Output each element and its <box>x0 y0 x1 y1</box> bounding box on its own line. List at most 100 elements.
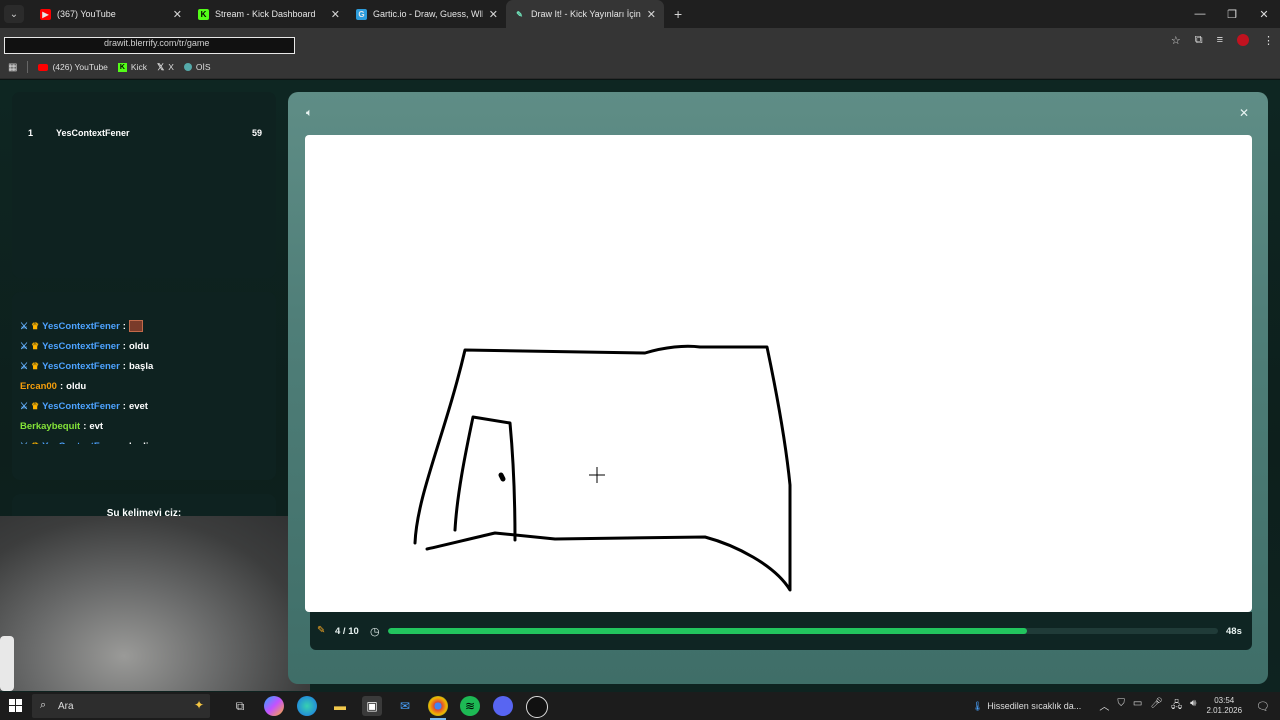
chat-username[interactable]: YesContextFener <box>42 341 120 352</box>
chat-username[interactable]: YesContextFener <box>42 321 120 332</box>
close-icon[interactable]: ✕ <box>1239 106 1249 120</box>
file-explorer-icon[interactable]: ▬ <box>330 696 350 716</box>
house-outline-stroke <box>413 344 792 592</box>
chat-message: Ercan00: oldu <box>20 376 268 396</box>
x-icon: 𝕏 <box>156 61 165 72</box>
score-points: 59 <box>251 128 262 138</box>
clock-time: 03:54 <box>1214 696 1235 705</box>
tab-close-icon[interactable]: ✕ <box>647 8 656 21</box>
chat-emote <box>128 320 143 332</box>
browser-tab[interactable]: G Gartic.io - Draw, Guess, WIN ✕ <box>348 0 506 28</box>
security-icon[interactable]: ⛉ <box>1117 698 1125 715</box>
scoreboard-row: 1 YesContextFener 59 <box>28 128 262 138</box>
weather-text: Hissedilen sıcaklık da... <box>987 701 1082 711</box>
pencil-icon: ✎ <box>317 625 326 636</box>
thermometer-icon: 🌡︎ <box>971 700 984 711</box>
bookmark-youtube[interactable]: (426) YouTube <box>38 62 108 72</box>
door-stroke <box>453 415 517 542</box>
chat-separator: : <box>83 420 87 432</box>
bookmarks-bar: ▦ (426) YouTube K Kick 𝕏X OİS <box>0 56 1280 79</box>
apps-grid-icon[interactable]: ▦ <box>8 62 17 73</box>
chat-message: ⚔ ♛ YesContextFener: başla <box>20 356 268 376</box>
browser-menu-icon[interactable]: ⋮ <box>1263 34 1274 47</box>
chat-username[interactable]: YesContextFener <box>42 401 120 412</box>
chat-message: ⚔ ♛ YesContextFener: <box>20 316 268 336</box>
taskbar-search-input[interactable]: ⌕ Ara ✦ <box>32 694 210 718</box>
tray-icons: ︿ ⛉ ▭ 🎤︎ 🖧︎ 🔊︎ <box>1099 698 1196 715</box>
windows-start-icon[interactable] <box>9 699 23 713</box>
url-text: drawit.blerrify.com/tr/game <box>104 38 210 48</box>
tabs-container: ▶ (367) YouTube ✕ K Stream - Kick Dashboard ✕… <box>32 0 664 28</box>
microphone-icon[interactable]: 🎤︎ <box>1150 698 1163 715</box>
browser-tab[interactable]: K Stream - Kick Dashboard ✕ <box>190 0 348 28</box>
youtube-icon <box>38 63 49 71</box>
store-icon[interactable]: ▣ <box>362 696 382 716</box>
bookmark-star-icon[interactable]: ☆ <box>1171 34 1181 47</box>
browser-tab[interactable]: ✎ Draw It! - Kick Yayınları İçin Çizi ✕ <box>506 0 664 28</box>
close-window-icon[interactable]: ✕ <box>1248 8 1280 21</box>
crown-badge-icon: ♛ <box>31 441 39 445</box>
window-controls: — ❐ ✕ <box>1184 8 1280 21</box>
chat-messages[interactable]: ⚔ ♛ YesContextFener: ⚔ ♛ YesContextFener: oldu… <box>20 316 268 444</box>
minimize-icon[interactable]: — <box>1184 8 1216 21</box>
display-icon[interactable]: ▭ <box>1133 698 1142 715</box>
sound-icon[interactable]: 🔈︎ <box>306 107 313 120</box>
score-player-name: YesContextFener <box>56 128 130 138</box>
bookmark-ois[interactable]: OİS <box>183 62 211 72</box>
drawit-icon: ✎ <box>516 9 523 19</box>
round-counter: 4 / 10 <box>335 626 359 637</box>
chat-text: evt <box>89 420 104 432</box>
ois-icon <box>183 63 192 71</box>
media-controls-icon[interactable]: ≡ <box>1217 34 1223 47</box>
chat-separator: : <box>122 360 126 372</box>
network-icon[interactable]: 🖧︎ <box>1171 698 1182 715</box>
task-view-icon[interactable]: ⧉ <box>230 696 250 716</box>
notifications-icon[interactable]: 🗨︎ <box>1256 700 1270 713</box>
chat-separator: : <box>123 441 126 445</box>
discord-icon[interactable] <box>493 696 513 716</box>
restore-icon[interactable]: ❐ <box>1216 8 1248 21</box>
chat-username[interactable]: YesContextFener <box>42 441 120 445</box>
copilot-icon[interactable] <box>264 696 284 716</box>
chat-separator: : <box>122 320 126 332</box>
tab-close-icon[interactable]: ✕ <box>331 8 340 21</box>
chat-text: başla <box>128 360 154 372</box>
chat-username[interactable]: Ercan00 <box>20 381 57 392</box>
browser-tab[interactable]: ▶ (367) YouTube ✕ <box>32 0 190 28</box>
drawing-canvas[interactable] <box>305 135 1252 612</box>
clock[interactable]: 03:54 2.01.2026 <box>1206 696 1242 716</box>
bookmark-kick[interactable]: K Kick <box>117 62 147 72</box>
chat-username[interactable]: Berkaybequit <box>20 421 80 432</box>
kick-icon: K <box>117 62 127 72</box>
extensions-icon[interactable]: ⧉ <box>1195 34 1203 47</box>
mail-icon[interactable]: ✉ <box>395 696 415 716</box>
tab-close-icon[interactable]: ✕ <box>489 8 498 21</box>
chat-text: oldu <box>66 380 87 392</box>
tab-title: Gartic.io - Draw, Guess, WIN <box>373 9 483 19</box>
tab-title: (367) YouTube <box>57 9 116 19</box>
volume-icon[interactable]: 🔊︎ <box>1190 698 1196 715</box>
profile-avatar[interactable] <box>1237 34 1249 46</box>
bookmark-x[interactable]: 𝕏X <box>157 62 174 73</box>
chevron-up-icon[interactable]: ︿ <box>1099 698 1109 715</box>
chat-separator: : <box>122 400 126 412</box>
door-knob-stroke <box>498 472 506 482</box>
chrome-icon[interactable] <box>428 696 448 720</box>
tab-search-button[interactable]: ⌄ <box>4 5 24 23</box>
sword-badge-icon: ⚔ <box>20 400 29 411</box>
new-tab-button[interactable]: + <box>674 6 682 22</box>
obs-icon[interactable] <box>526 696 548 718</box>
time-progress-fill <box>388 628 1028 634</box>
search-placeholder: Ara <box>58 701 74 712</box>
sword-badge-icon: ⚔ <box>20 320 29 331</box>
search-icon: ⌕ <box>40 699 47 711</box>
weather-widget[interactable]: 🌡︎ Hissedilen sıcaklık da... <box>972 701 1081 712</box>
chat-separator: : <box>59 380 64 392</box>
edge-icon[interactable] <box>297 696 317 716</box>
chat-username[interactable]: YesContextFener <box>42 361 120 372</box>
scoreboard: 1 YesContextFener 59 <box>12 92 276 278</box>
tab-close-icon[interactable]: ✕ <box>173 8 182 21</box>
crown-badge-icon: ♛ <box>31 340 40 351</box>
spotify-icon[interactable]: ≋ <box>460 696 480 716</box>
sword-badge-icon: ⚔ <box>20 340 29 351</box>
